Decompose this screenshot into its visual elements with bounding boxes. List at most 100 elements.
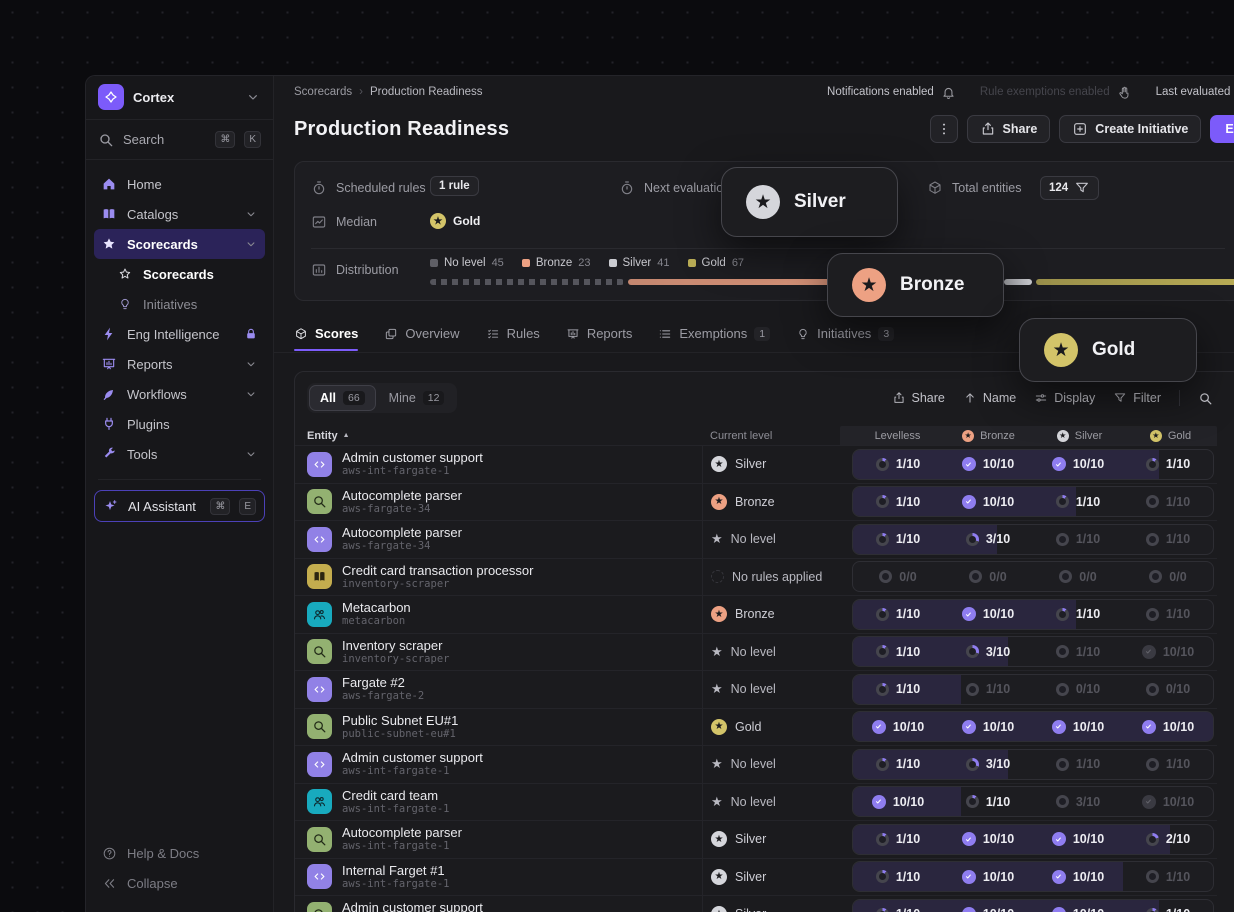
- filter-mine[interactable]: Mine12: [378, 385, 456, 411]
- entity-name[interactable]: Metacarbon: [342, 600, 411, 615]
- table-row[interactable]: Autocomplete parseraws-fargate-34★Bronze…: [295, 483, 1217, 521]
- score-cell-levelless[interactable]: 1/10: [853, 757, 943, 771]
- score-cell-bronze[interactable]: 10/10: [943, 720, 1033, 734]
- score-cell-bronze[interactable]: 1/10: [943, 682, 1033, 696]
- table-row[interactable]: Inventory scraperinventory-scraper★No le…: [295, 633, 1217, 671]
- score-cell-levelless[interactable]: 10/10: [853, 720, 943, 734]
- score-cell-gold[interactable]: 0/10: [1123, 682, 1213, 696]
- tab-initiatives[interactable]: Initiatives3: [796, 326, 894, 350]
- more-options-button[interactable]: [930, 115, 958, 143]
- sidebar-item-tools[interactable]: Tools: [94, 439, 265, 469]
- score-cell-silver[interactable]: 10/10: [1033, 457, 1123, 471]
- table-row[interactable]: Admin customer supportaws-int-fargate-1★…: [295, 895, 1217, 912]
- toolbar-name-button[interactable]: Name: [963, 391, 1016, 405]
- create-initiative-button[interactable]: Create Initiative: [1059, 115, 1201, 143]
- entity-name[interactable]: Admin customer support: [342, 750, 483, 765]
- score-cell-silver[interactable]: 0/0: [1033, 570, 1123, 584]
- filter-all[interactable]: All66: [309, 385, 376, 411]
- score-cell-levelless[interactable]: 1/10: [853, 457, 943, 471]
- score-cell-bronze[interactable]: 10/10: [943, 832, 1033, 846]
- score-cell-levelless[interactable]: 10/10: [853, 795, 943, 809]
- entity-name[interactable]: Fargate #2: [342, 675, 424, 690]
- search-button[interactable]: Search ⌘ K: [86, 120, 273, 160]
- tab-reports[interactable]: Reports: [566, 326, 633, 350]
- entity-name[interactable]: Admin customer support: [342, 450, 483, 465]
- score-cell-gold[interactable]: 1/10: [1123, 907, 1213, 912]
- score-cell-silver[interactable]: 10/10: [1033, 720, 1123, 734]
- score-cell-bronze[interactable]: 10/10: [943, 495, 1033, 509]
- sidebar-item-scorecards-sub[interactable]: Scorecards: [94, 259, 265, 289]
- score-cell-gold[interactable]: 10/10: [1123, 720, 1213, 734]
- score-cell-levelless[interactable]: 1/10: [853, 832, 943, 846]
- score-cell-gold[interactable]: 1/10: [1123, 757, 1213, 771]
- sidebar-item-eng-intelligence[interactable]: Eng Intelligence: [94, 319, 265, 349]
- tab-overview[interactable]: Overview: [384, 326, 459, 350]
- sidebar-item-scorecards[interactable]: Scorecards: [94, 229, 265, 259]
- score-cell-gold[interactable]: 0/0: [1123, 570, 1213, 584]
- scheduled-rules-value[interactable]: 1 rule: [430, 176, 479, 196]
- sidebar-item-catalogs[interactable]: Catalogs: [94, 199, 265, 229]
- meta-item-0[interactable]: Notifications enabled: [827, 85, 956, 100]
- score-cell-levelless[interactable]: 1/10: [853, 682, 943, 696]
- column-entity[interactable]: Entity ▲: [295, 426, 702, 445]
- table-row[interactable]: Internal Farget #1aws-int-fargate-1★Silv…: [295, 858, 1217, 896]
- score-cell-bronze[interactable]: 0/0: [943, 570, 1033, 584]
- score-cell-bronze[interactable]: 3/10: [943, 645, 1033, 659]
- score-cell-bronze[interactable]: 1/10: [943, 795, 1033, 809]
- score-cell-bronze[interactable]: 10/10: [943, 870, 1033, 884]
- ai-assistant-button[interactable]: AI Assistant ⌘ E: [94, 490, 265, 522]
- column-level-silver[interactable]: ★Silver: [1034, 430, 1125, 442]
- entity-name[interactable]: Inventory scraper: [342, 638, 449, 653]
- score-cell-levelless[interactable]: 1/10: [853, 495, 943, 509]
- score-cell-levelless[interactable]: 0/0: [853, 570, 943, 584]
- tab-exemptions[interactable]: Exemptions1: [658, 326, 770, 350]
- entity-name[interactable]: Admin customer support: [342, 900, 483, 912]
- total-entities-value[interactable]: 124: [1040, 176, 1099, 200]
- sidebar-item-plugins[interactable]: Plugins: [94, 409, 265, 439]
- score-cell-bronze[interactable]: 3/10: [943, 757, 1033, 771]
- score-cell-gold[interactable]: 1/10: [1123, 495, 1213, 509]
- table-row[interactable]: Autocomplete parseraws-fargate-34★No lev…: [295, 520, 1217, 558]
- table-row[interactable]: Public Subnet EU#1public-subnet-eu#1★Gol…: [295, 708, 1217, 746]
- table-row[interactable]: Fargate #2aws-fargate-2★No level1/101/10…: [295, 670, 1217, 708]
- table-row[interactable]: Credit card transaction processorinvento…: [295, 558, 1217, 596]
- table-row[interactable]: Admin customer supportaws-int-fargate-1★…: [295, 445, 1217, 483]
- score-cell-silver[interactable]: 10/10: [1033, 870, 1123, 884]
- table-row[interactable]: Autocomplete parseraws-int-fargate-1★Sil…: [295, 820, 1217, 858]
- entity-name[interactable]: Credit card team: [342, 788, 449, 803]
- sidebar-item-help[interactable]: Help & Docs: [94, 838, 265, 868]
- score-cell-gold[interactable]: 1/10: [1123, 457, 1213, 471]
- toolbar-display-button[interactable]: Display: [1034, 391, 1095, 405]
- score-cell-silver[interactable]: 1/10: [1033, 532, 1123, 546]
- table-row[interactable]: Admin customer supportaws-int-fargate-1★…: [295, 745, 1217, 783]
- sidebar-item-collapse[interactable]: Collapse: [94, 868, 265, 898]
- workspace-switcher[interactable]: Cortex: [86, 76, 273, 120]
- score-cell-gold[interactable]: 1/10: [1123, 607, 1213, 621]
- column-level-bronze[interactable]: ★Bronze: [943, 430, 1034, 442]
- sidebar-item-home[interactable]: Home: [94, 169, 265, 199]
- table-row[interactable]: Credit card teamaws-int-fargate-1★No lev…: [295, 783, 1217, 821]
- score-cell-silver[interactable]: 3/10: [1033, 795, 1123, 809]
- score-cell-levelless[interactable]: 1/10: [853, 645, 943, 659]
- sidebar-item-reports[interactable]: Reports: [94, 349, 265, 379]
- score-cell-gold[interactable]: 2/10: [1123, 832, 1213, 846]
- entity-name[interactable]: Autocomplete parser: [342, 525, 462, 540]
- score-cell-silver[interactable]: 10/10: [1033, 907, 1123, 912]
- score-cell-silver[interactable]: 10/10: [1033, 832, 1123, 846]
- score-cell-bronze[interactable]: 10/10: [943, 907, 1033, 912]
- score-cell-bronze[interactable]: 10/10: [943, 607, 1033, 621]
- score-cell-levelless[interactable]: 1/10: [853, 607, 943, 621]
- score-cell-silver[interactable]: 0/10: [1033, 682, 1123, 696]
- score-cell-silver[interactable]: 1/10: [1033, 645, 1123, 659]
- table-row[interactable]: Metacarbonmetacarbon★Bronze1/1010/101/10…: [295, 595, 1217, 633]
- score-cell-silver[interactable]: 1/10: [1033, 495, 1123, 509]
- score-cell-bronze[interactable]: 10/10: [943, 457, 1033, 471]
- tab-rules[interactable]: Rules: [486, 326, 540, 350]
- score-cell-levelless[interactable]: 1/10: [853, 907, 943, 912]
- toolbar-share-button[interactable]: Share: [892, 391, 945, 405]
- entity-name[interactable]: Autocomplete parser: [342, 825, 462, 840]
- breadcrumb-scorecards[interactable]: Scorecards: [294, 86, 352, 98]
- score-cell-levelless[interactable]: 1/10: [853, 870, 943, 884]
- score-cell-gold[interactable]: 1/10: [1123, 870, 1213, 884]
- entity-name[interactable]: Internal Farget #1: [342, 863, 449, 878]
